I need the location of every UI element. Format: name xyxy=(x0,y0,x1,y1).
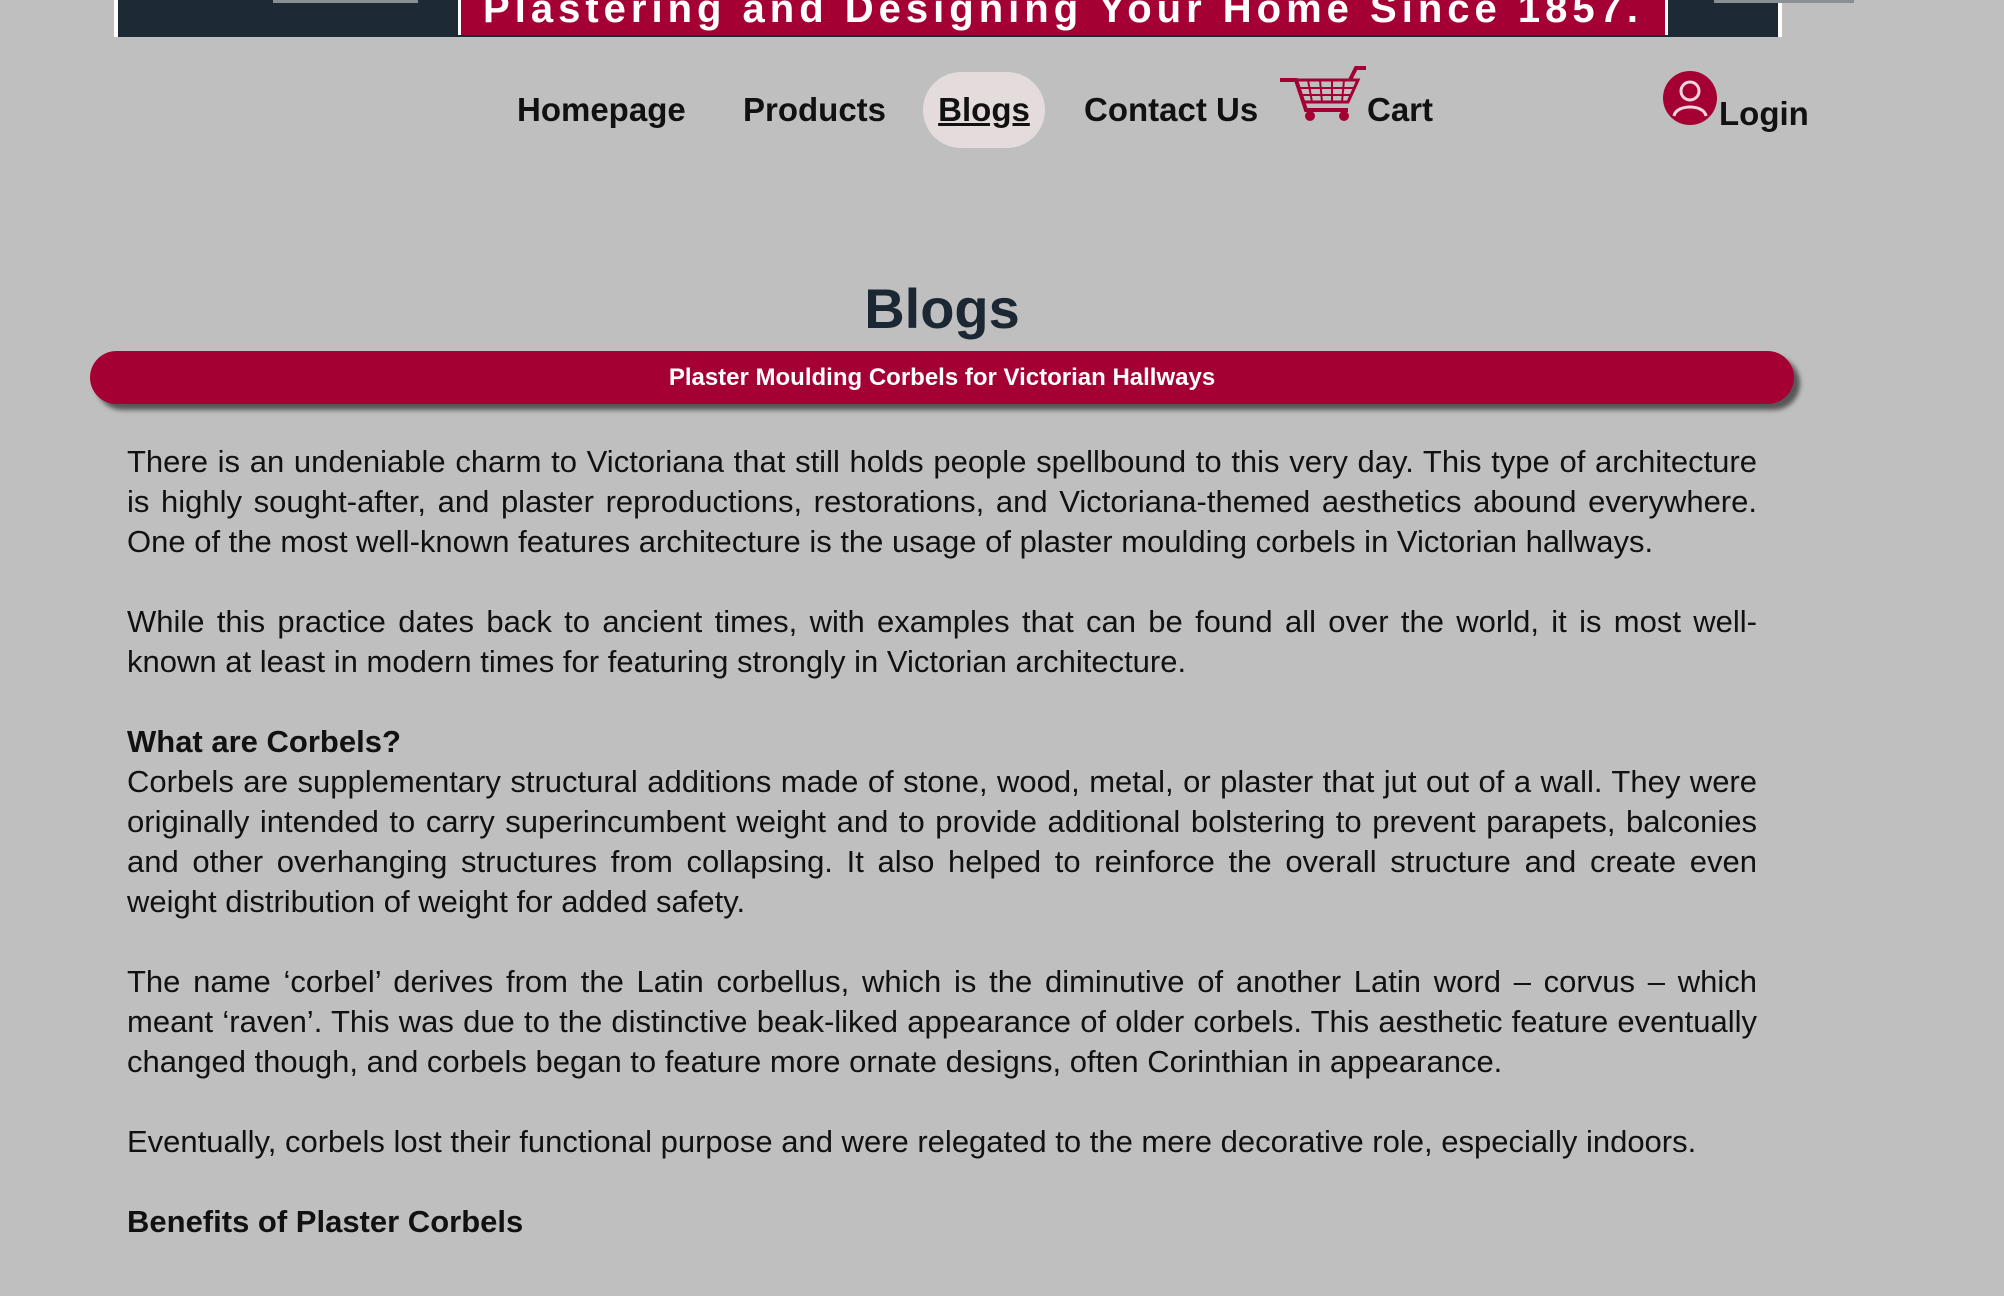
banner-decoration-right xyxy=(1714,0,1854,3)
article-paragraph: Corbels are supplementary structural add… xyxy=(127,764,1757,919)
cart-icon[interactable] xyxy=(1278,66,1368,124)
header-banner: Plastering and Designing Your Home Since… xyxy=(114,0,1854,37)
section-heading: What are Corbels? xyxy=(127,724,401,759)
nav-item-cart[interactable]: Cart xyxy=(1367,72,1433,148)
page-title: Blogs xyxy=(864,276,1020,340)
nav-item-login[interactable]: Login xyxy=(1719,76,1809,152)
article-paragraph: While this practice dates back to ancien… xyxy=(127,604,1757,679)
blog-article: There is an undeniable charm to Victoria… xyxy=(127,442,1757,1242)
section-heading: Benefits of Plaster Corbels xyxy=(127,1204,524,1239)
page: Plastering and Designing Your Home Since… xyxy=(0,0,2004,1296)
nav-item-products[interactable]: Products xyxy=(743,72,886,148)
banner-tagline: Plastering and Designing Your Home Since… xyxy=(458,0,1668,35)
nav-item-blogs[interactable]: Blogs xyxy=(923,72,1045,148)
article-paragraph: Eventually, corbels lost their functiona… xyxy=(127,1124,1697,1159)
banner-decoration-left xyxy=(273,0,418,3)
nav-item-homepage[interactable]: Homepage xyxy=(517,72,686,148)
user-icon[interactable] xyxy=(1662,70,1718,126)
post-title-banner: Plaster Moulding Corbels for Victorian H… xyxy=(90,351,1794,404)
article-paragraph: The name ‘corbel’ derives from the Latin… xyxy=(127,964,1757,1079)
article-paragraph: There is an undeniable charm to Victoria… xyxy=(127,444,1757,559)
nav-item-contact-us[interactable]: Contact Us xyxy=(1084,72,1258,148)
